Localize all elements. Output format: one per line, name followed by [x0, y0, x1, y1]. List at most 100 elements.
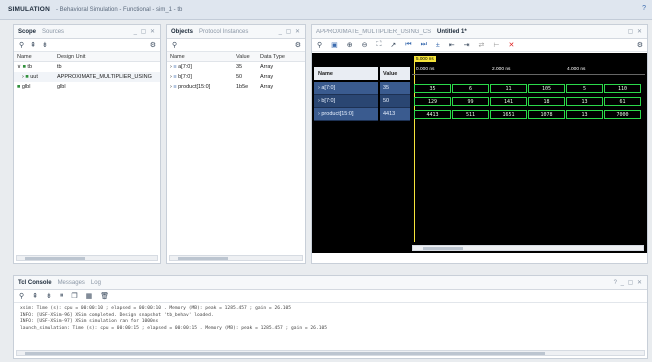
scope-scrollbar[interactable] — [16, 255, 158, 261]
bus-segment[interactable]: 11 — [490, 84, 527, 93]
pause-icon[interactable]: ⏸ — [60, 292, 64, 300]
console-scrollbar[interactable] — [16, 350, 645, 356]
chevron-right-icon[interactable]: › — [170, 74, 172, 80]
search-icon[interactable]: ⚲ — [317, 41, 322, 49]
zoom-out-icon[interactable]: ⊖ — [362, 41, 368, 49]
add-marker-icon[interactable]: ± — [436, 42, 440, 49]
bus-segment[interactable]: 105 — [528, 84, 565, 93]
bus-segment[interactable]: 61 — [604, 97, 641, 106]
expand-icon[interactable]: ⇟ — [46, 292, 52, 300]
signal-row[interactable]: › product[15:0] — [314, 108, 378, 121]
search-icon[interactable]: ⚲ — [172, 41, 177, 49]
bus-segment[interactable]: 110 — [604, 84, 641, 93]
console-output[interactable]: xsim: Time (s): cpu = 00:00:10 ; elapsed… — [14, 303, 647, 345]
table-row[interactable]: › ≡ a[7:0] 35 Array — [167, 62, 305, 72]
bus-segment[interactable]: 1651 — [490, 110, 527, 119]
bus-segment[interactable]: 5 — [566, 84, 603, 93]
swap-icon[interactable]: ⇄ — [479, 41, 485, 49]
bus-segment[interactable]: 511 — [452, 110, 489, 119]
tab-source-file[interactable]: APPROXIMATE_MULTIPLIER_USING_CSEA.v — [316, 29, 431, 35]
timeline: 5.000 ns 0.000 ns 2.000 ns 4.000 ns 35 6 1… — [412, 53, 645, 253]
wave-viewer[interactable]: Name › a[7:0] › b[7:0] › product[15:0] V… — [312, 53, 647, 253]
gear-icon[interactable]: ⚙ — [150, 41, 156, 49]
time-label: 2.000 ns — [492, 67, 511, 72]
scope-name: glbl — [21, 84, 31, 90]
signal-row[interactable]: › a[7:0] — [314, 82, 378, 95]
chevron-right-icon[interactable]: › — [170, 84, 172, 90]
signal-value: 50 — [380, 95, 410, 108]
module-icon: ■ — [22, 64, 26, 70]
tab-messages[interactable]: Messages — [58, 280, 85, 286]
bus-segment[interactable]: 99 — [452, 97, 489, 106]
bus-segment[interactable]: 35 — [414, 84, 451, 93]
table-row[interactable]: ∨ ■ tb tb — [14, 62, 160, 72]
bus-segment[interactable]: 18 — [528, 97, 565, 106]
console-tabbar: Tcl Console Messages Log ? _ ▢ ✕ — [14, 276, 647, 290]
bus-segment[interactable]: 7000 — [604, 110, 641, 119]
signal-value: 4413 — [380, 108, 410, 121]
tab-protocol-instances[interactable]: Protocol Instances — [199, 29, 248, 35]
tab-objects[interactable]: Objects — [171, 29, 193, 35]
table-row[interactable]: ■ glbl glbl — [14, 82, 160, 92]
objects-scrollbar[interactable] — [169, 255, 303, 261]
panel-controls[interactable]: ? _ ▢ ✕ — [614, 279, 643, 286]
panel-controls[interactable]: _ ▢ ✕ — [134, 28, 156, 35]
cursor-marker-label[interactable]: 5.000 ns — [414, 56, 436, 62]
time-axis — [412, 74, 645, 75]
objects-panel: Objects Protocol Instances _ ▢ ✕ ⚲ ⚙ Nam… — [166, 24, 306, 264]
scope-name: uut — [30, 74, 38, 80]
col-value: Value — [236, 53, 250, 60]
tab-sources[interactable]: Sources — [42, 29, 64, 35]
app-title: SIMULATION — [8, 6, 50, 13]
go-end-icon[interactable]: ⏭ — [421, 41, 427, 49]
next-marker-icon[interactable]: ⇥ — [464, 41, 470, 49]
collapse-icon[interactable]: ⇞ — [32, 292, 38, 300]
table-icon[interactable]: ▦ — [86, 292, 93, 300]
col-design-unit: Design Unit — [57, 53, 86, 60]
table-row[interactable]: › ≡ b[7:0] 50 Array — [167, 72, 305, 82]
col-name: Name — [17, 53, 32, 60]
collapse-icon[interactable]: ⇞ — [30, 41, 36, 49]
bus-segment[interactable]: 1078 — [528, 110, 565, 119]
help-icon[interactable]: ? — [642, 5, 646, 12]
object-name: product[15:0] — [178, 84, 211, 90]
bus-segment[interactable]: 13 — [566, 97, 603, 106]
bus-segment[interactable]: 4413 — [414, 110, 451, 119]
panel-controls[interactable]: ▢ ✕ — [628, 28, 643, 35]
time-label: 4.000 ns — [567, 67, 586, 72]
arrow-icon[interactable]: ↗ — [390, 41, 396, 49]
panel-controls[interactable]: _ ▢ ✕ — [279, 28, 301, 35]
table-row[interactable]: › ≡ product[15:0] 1b5e Array — [167, 82, 305, 92]
tab-scope[interactable]: Scope — [18, 29, 36, 35]
save-icon[interactable]: ▣ — [331, 41, 338, 49]
waveform-panel: APPROXIMATE_MULTIPLIER_USING_CSEA.v Unti… — [311, 24, 648, 264]
gear-icon[interactable]: ⚙ — [295, 41, 301, 49]
bus-segment[interactable]: 129 — [414, 97, 451, 106]
bus-segment[interactable]: 13 — [566, 110, 603, 119]
delete-icon[interactable]: 🗑 — [100, 292, 109, 300]
tab-untitled-1[interactable]: Untitled 1* — [437, 29, 467, 35]
copy-icon[interactable]: ❐ — [71, 292, 77, 300]
tab-tcl-console[interactable]: Tcl Console — [18, 280, 52, 286]
object-name: b[7:0] — [178, 74, 192, 80]
snap-icon[interactable]: ⊢ — [493, 41, 499, 49]
chevron-right-icon[interactable]: › — [170, 64, 172, 70]
chevron-right-icon[interactable]: › — [22, 74, 24, 80]
go-start-icon[interactable]: ⏮ — [405, 41, 411, 49]
object-type: Array — [260, 84, 274, 90]
bus-segment[interactable]: 141 — [490, 97, 527, 106]
zoom-fit-icon[interactable]: ⛶ — [377, 41, 382, 49]
close-icon[interactable]: ✕ — [509, 41, 515, 49]
prev-marker-icon[interactable]: ⇤ — [449, 41, 455, 49]
table-row[interactable]: › ■ uut APPROXIMATE_MULTIPLIER_USING — [14, 72, 160, 82]
wave-scrollbar[interactable] — [412, 245, 644, 251]
tab-log[interactable]: Log — [91, 280, 101, 286]
zoom-in-icon[interactable]: ⊕ — [347, 41, 353, 49]
search-icon[interactable]: ⚲ — [19, 292, 24, 300]
signal-row[interactable]: › b[7:0] — [314, 95, 378, 108]
chevron-down-icon[interactable]: ∨ — [17, 64, 21, 70]
bus-segment[interactable]: 6 — [452, 84, 489, 93]
search-icon[interactable]: ⚲ — [19, 41, 24, 49]
expand-icon[interactable]: ⇟ — [42, 41, 48, 49]
gear-icon[interactable]: ⚙ — [637, 41, 643, 49]
